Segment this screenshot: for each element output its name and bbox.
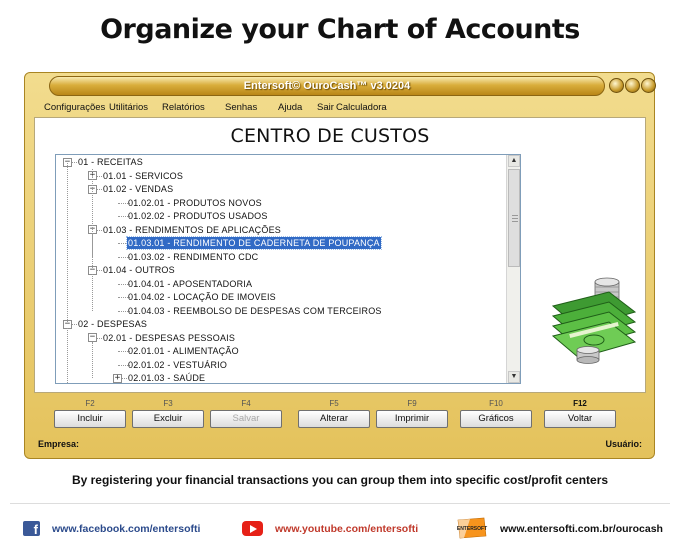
menu-calculadora[interactable]: Calculadora [336,102,387,113]
menu-ajuda[interactable]: Ajuda [278,102,302,113]
fkey-label: F9 [407,399,417,408]
empresa-label: Empresa: [38,439,80,449]
website-link[interactable]: www.entersofti.com.br/ourocash [500,521,663,537]
tree-item[interactable]: 01.03.01 - RENDIMENTO DE CADERNETA DE PO… [126,236,382,250]
menu-senhas[interactable]: Senhas [225,102,257,113]
close-button[interactable] [641,78,656,93]
footer-divider [10,503,670,504]
tree-item[interactable]: 01.02.02 - PRODUTOS USADOS [127,210,269,222]
usuario-label: Usuário: [605,439,642,449]
fkey-label: F2 [85,399,95,408]
maximize-button[interactable] [625,78,640,93]
tree-item[interactable]: 02.01.02 - VESTUÁRIO [127,359,228,371]
graficos-button[interactable]: Gráficos [460,410,532,428]
scroll-thumb[interactable] [508,169,520,267]
logo-text: ENTERSOFT [457,526,487,532]
cost-center-tree[interactable]: ▲ ▼ −01 - RECEITAS +01.01 - SERVICOS −01.0… [55,154,521,384]
alterar-button[interactable]: Alterar [298,410,370,428]
minimize-button[interactable] [609,78,624,93]
scroll-up-icon[interactable]: ▲ [508,155,520,167]
money-stack-icon [551,277,637,364]
tree-item[interactable]: 01.01 - SERVICOS [102,170,184,182]
salvar-button[interactable]: Salvar [210,410,282,428]
facebook-icon[interactable]: f [23,521,40,537]
tree-item[interactable]: 01.04.03 - REEMBOLSO DE DESPESAS COM TER… [127,305,383,317]
tree-item[interactable]: 02.01.03 - SAÚDE [127,372,206,383]
panel-title: CENTRO DE CUSTOS [230,125,430,147]
menu-bar: Configurações Utilitários Relatórios Sen… [34,100,634,116]
excluir-button[interactable]: Excluir [132,410,204,428]
tree-item[interactable]: 02 - DESPESAS [77,318,148,330]
tree-item[interactable]: 01.04 - OUTROS [102,264,176,276]
menu-configuracoes[interactable]: Configurações [44,102,105,113]
tree-item[interactable]: 01.03 - RENDIMENTOS DE APLICAÇÕES [102,224,282,236]
tree-item[interactable]: 01.02 - VENDAS [102,183,174,195]
menu-relatorios[interactable]: Relatórios [162,102,205,113]
menu-utilitarios[interactable]: Utilitários [109,102,148,113]
facebook-link[interactable]: www.facebook.com/entersofti [52,521,200,537]
client-area: CENTRO DE CUSTOS ▲ ▼ −01 - RECEITAS +01.0… [34,117,646,393]
tree-item[interactable]: 02.01.01 - ALIMENTAÇÃO [127,345,240,357]
expand-icon[interactable]: + [113,373,122,383]
tree-item[interactable]: 01.04.01 - APOSENTADORIA [127,278,253,290]
scroll-down-icon[interactable]: ▼ [508,371,520,383]
imprimir-button[interactable]: Imprimir [376,410,448,428]
tree-item[interactable]: 01.04.02 - LOCAÇÃO DE IMOVEIS [127,291,277,303]
tree-item[interactable]: 02.01 - DESPESAS PESSOAIS [102,332,236,344]
function-toolbar: F2 Incluir F3 Excluir F4 Salvar F5 Alterar F9 Imp… [34,397,646,437]
youtube-link[interactable]: www.youtube.com/entersofti [275,521,418,537]
fkey-label: F5 [329,399,339,408]
tree-item[interactable]: 01.03.02 - RENDIMENTO CDC [127,251,259,263]
entersoft-logo: ENTERSOFT [457,517,487,539]
status-bar: Empresa: Usuário: [34,437,646,451]
incluir-button[interactable]: Incluir [54,410,126,428]
window-titlebar[interactable]: Entersoft© OuroCash™ v3.0204 [49,76,605,96]
app-window: Entersoft© OuroCash™ v3.0204 Configuraçõ… [24,72,656,459]
fkey-label: F4 [241,399,251,408]
menu-sair[interactable]: Sair [317,102,334,113]
fkey-label: F10 [489,399,503,408]
tree-item[interactable]: 01.02.01 - PRODUTOS NOVOS [127,197,263,209]
fkey-label: F3 [163,399,173,408]
page-caption: By registering your financial transactio… [71,473,609,487]
tree-scrollbar[interactable]: ▲ ▼ [506,155,520,383]
page-headline: Organize your Chart of Accounts [100,14,580,45]
voltar-button[interactable]: Voltar [544,410,616,428]
tree-item[interactable]: 01 - RECEITAS [77,156,144,168]
youtube-icon[interactable] [242,521,263,536]
fkey-label: F12 [573,399,587,408]
